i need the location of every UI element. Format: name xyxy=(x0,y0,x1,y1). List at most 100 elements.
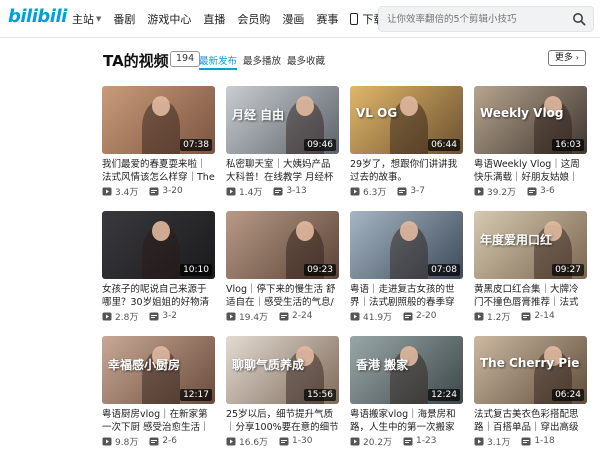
thumbnail-figure-head xyxy=(152,96,170,116)
video-card[interactable]: 月经 自由09:46 私密聊天室｜大姨妈产品大科普！在线教学 月经杯怎么用？1.4… xyxy=(226,86,339,198)
video-title[interactable]: 法式复古美衣色彩搭配思路｜百搭单品｜穿出高级感 xyxy=(474,408,587,434)
video-stats: 1.2万 2-14 xyxy=(474,310,587,323)
thumbnail-caption: Weekly Vlog xyxy=(480,106,564,120)
thumbnail-caption: The Cherry Pie xyxy=(480,356,580,370)
video-duration: 12:17 xyxy=(180,389,212,401)
tab-most-favorited[interactable]: 最多收藏 xyxy=(287,53,325,67)
upload-date: 2-14 xyxy=(534,311,555,321)
thumbnail-figure-head xyxy=(296,221,314,241)
more-button-label: 更多 xyxy=(554,53,573,63)
video-thumbnail[interactable]: 聊聊气质养成 15:56 xyxy=(226,336,339,404)
video-duration: 10:10 xyxy=(180,264,212,276)
play-count: 3.1万 xyxy=(487,437,511,448)
video-stats: 1.4万 3-13 xyxy=(226,185,339,198)
thumbnail-caption: 聊聊气质养成 xyxy=(232,358,305,372)
upload-date: 3-2 xyxy=(162,311,178,321)
video-stats: 3.1万 1-18 xyxy=(474,435,587,448)
tab-newest[interactable]: 最新发布 xyxy=(199,53,238,70)
video-title[interactable]: Vlog｜停下来的慢生活 舒适自在｜感受生活的气息/种花/ xyxy=(226,283,339,309)
nav-item-1[interactable]: 番剧 xyxy=(113,11,135,27)
video-thumbnail[interactable]: Weekly Vlog 16:03 xyxy=(474,86,587,154)
tab-most-played[interactable]: 最多播放 xyxy=(243,53,281,67)
video-card[interactable]: 聊聊气质养成 15:56 25岁以后，细节提升气质｜分享100%要在意的细节｜和我 1… xyxy=(226,336,339,448)
nav-item-0[interactable]: 主站 ▼ xyxy=(72,11,101,27)
video-stats: 19.4万 2-24 xyxy=(226,310,339,323)
more-videos-button[interactable]: 更多 › xyxy=(547,50,586,66)
nav-item-4[interactable]: 会员购 xyxy=(237,11,270,27)
search-icon[interactable] xyxy=(572,12,586,26)
upload-date: 2-24 xyxy=(292,311,313,321)
nav-item-label: 漫画 xyxy=(282,13,305,26)
video-duration: 06:44 xyxy=(428,139,460,151)
video-title[interactable]: 25岁以后，细节提升气质｜分享100%要在意的细节｜和我 xyxy=(226,408,339,434)
nav-item-label: 游戏中心 xyxy=(147,13,192,26)
video-thumbnail[interactable]: VL OG 06:44 xyxy=(350,86,463,154)
upload-date: 1-30 xyxy=(292,436,313,446)
video-thumbnail[interactable]: 07:38 xyxy=(102,86,215,154)
upload-date: 1-18 xyxy=(534,436,555,446)
video-duration: 09:46 xyxy=(304,139,336,151)
calendar-icon xyxy=(149,437,159,445)
chevron-right-icon: › xyxy=(575,53,579,62)
nav-item-3[interactable]: 直播 xyxy=(203,11,225,27)
play-count-icon xyxy=(350,187,360,195)
video-card[interactable]: 09:23 Vlog｜停下来的慢生活 舒适自在｜感受生活的气息/种花/19.4万 2… xyxy=(226,211,339,323)
video-title[interactable]: 粤语Weekly Vlog｜这周快乐满载｜好朋友姑娘｜推荐香港 xyxy=(474,158,587,184)
video-card[interactable]: 07:08 粤语｜走进复古女孩的世界｜法式剧照般的春季穿搭｜The 41.9万 2-2… xyxy=(350,211,463,323)
video-title[interactable]: 私密聊天室｜大姨妈产品大科普！在线教学 月经杯怎么用？ xyxy=(226,158,339,184)
video-duration: 15:56 xyxy=(304,389,336,401)
video-title[interactable]: 女孩子的呢说自己来源于哪里？30岁姐姐的好物清单｜幸 xyxy=(102,283,215,309)
play-count: 2.8万 xyxy=(115,312,139,323)
top-navbar: bilibili 主站▼番剧游戏中心直播会员购漫画赛事下载APP xyxy=(0,0,600,38)
play-count-icon xyxy=(474,437,484,445)
bilibili-logo[interactable]: bilibili xyxy=(8,6,67,27)
video-thumbnail[interactable]: 月经 自由 09:46 xyxy=(226,86,339,154)
video-duration: 12:24 xyxy=(428,389,460,401)
video-card[interactable]: 幸福感小厨房 12:17 粤语厨房vlog｜在新家第一次下厨 感受治愈生活｜一起来做… xyxy=(102,336,215,448)
video-title[interactable]: 我们最爱的春夏耍来啦｜法式风情该怎么样穿｜The Cherry xyxy=(102,158,215,184)
play-count: 16.6万 xyxy=(239,437,269,448)
video-duration: 07:08 xyxy=(428,264,460,276)
search-input[interactable] xyxy=(387,11,563,27)
video-stats: 3.4万 3-20 xyxy=(102,185,215,198)
video-title[interactable]: 黄黑皮口红合集｜大牌冷门不撞色唇膏推荐｜法式优雅本命 xyxy=(474,283,587,309)
play-count: 1.2万 xyxy=(487,312,511,323)
calendar-icon xyxy=(521,437,531,445)
play-count: 39.2万 xyxy=(487,187,517,198)
nav-item-2[interactable]: 游戏中心 xyxy=(147,11,191,27)
video-title[interactable]: 29岁了，想跟你们讲讲我过去的故事。 xyxy=(350,158,463,184)
video-title[interactable]: 粤语搬家vlog｜海景房和路，人生中的第一次搬家｜梦想中的家的故事 xyxy=(350,408,463,434)
video-card[interactable]: 香港 搬家 12:24 粤语搬家vlog｜海景房和路，人生中的第一次搬家｜梦想中的家… xyxy=(350,336,463,448)
main-nav: 主站▼番剧游戏中心直播会员购漫画赛事下载APP xyxy=(72,0,405,38)
video-card[interactable]: 年度爱用口红09:27黄黑皮口红合集｜大牌冷门不撞色唇膏推荐｜法式优雅本命1.2… xyxy=(474,211,587,323)
video-duration: 09:27 xyxy=(552,264,584,276)
play-count-icon xyxy=(226,437,236,445)
nav-item-label: 直播 xyxy=(203,13,226,26)
video-card[interactable]: VL OG 06:44 29岁了，想跟你们讲讲我过去的故事。 6.3万 3-7 xyxy=(350,86,463,198)
video-thumbnail[interactable]: 年度爱用口红 09:27 xyxy=(474,211,587,279)
video-thumbnail[interactable]: 09:23 xyxy=(226,211,339,279)
play-count: 3.4万 xyxy=(115,187,139,198)
play-count-icon xyxy=(102,312,112,320)
section-title: TA的视频 xyxy=(103,52,169,70)
thumbnail-figure-head xyxy=(296,96,314,116)
thumbnail-caption: 年度爱用口红 xyxy=(480,233,553,247)
video-card[interactable]: 07:38我们最爱的春夏耍来啦｜法式风情该怎么样穿｜The Cherry3.4万… xyxy=(102,86,215,198)
video-card[interactable]: 10:10 女孩子的呢说自己来源于哪里？30岁姐姐的好物清单｜幸 2.8万 3-2 xyxy=(102,211,215,323)
video-thumbnail[interactable]: 10:10 xyxy=(102,211,215,279)
nav-item-label: 会员购 xyxy=(237,13,271,26)
play-count: 9.8万 xyxy=(115,437,139,448)
video-thumbnail[interactable]: 07:08 xyxy=(350,211,463,279)
video-duration: 06:24 xyxy=(552,389,584,401)
video-thumbnail[interactable]: The Cherry Pie 06:24 xyxy=(474,336,587,404)
video-thumbnail[interactable]: 香港 搬家 12:24 xyxy=(350,336,463,404)
video-card[interactable]: Weekly Vlog 16:03 粤语Weekly Vlog｜这周快乐满载｜好朋友… xyxy=(474,86,587,198)
video-title[interactable]: 粤语｜走进复古女孩的世界｜法式剧照般的春季穿搭｜The xyxy=(350,283,463,309)
video-card[interactable]: The Cherry Pie 06:24 法式复古美衣色彩搭配思路｜百搭单品｜穿出高… xyxy=(474,336,587,448)
video-title[interactable]: 粤语厨房vlog｜在新家第一次下厨 感受治愈生活｜一起来做 xyxy=(102,408,215,434)
video-thumbnail[interactable]: 幸福感小厨房 12:17 xyxy=(102,336,215,404)
play-count: 19.4万 xyxy=(239,312,269,323)
video-count-badge: 194 xyxy=(170,51,201,67)
nav-item-6[interactable]: 赛事 xyxy=(316,11,338,27)
nav-item-5[interactable]: 漫画 xyxy=(282,11,304,27)
